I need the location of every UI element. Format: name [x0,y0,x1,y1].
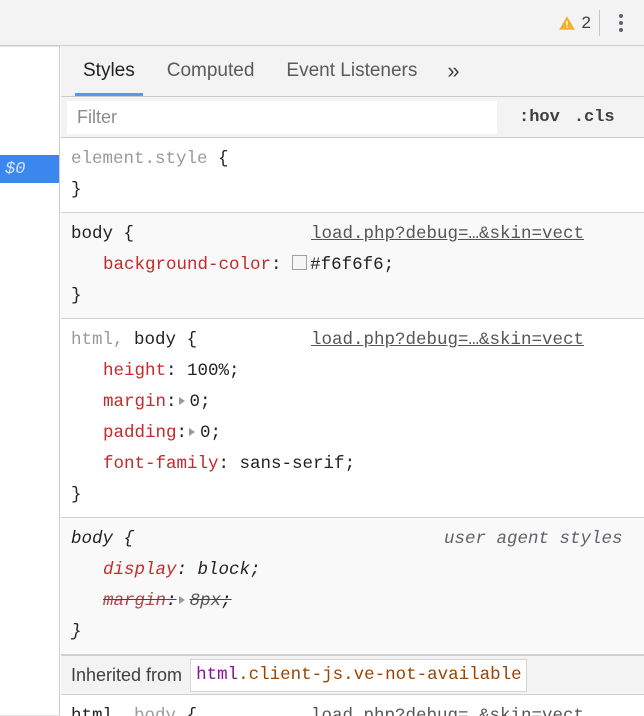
tab-event-listeners-label: Event Listeners [286,60,418,81]
css-property[interactable]: background-color [103,255,271,275]
css-rule[interactable]: html, body { load.php?debug=…&skin=vect [61,695,644,716]
css-declaration[interactable]: padding: 0; [71,418,644,449]
devtools-styles-panel: 2 $0 Styles Computed Event Listeners » F… [0,0,644,716]
css-rule-header: body { load.php?debug=…&skin=vect [71,219,644,250]
css-selector[interactable]: body [71,224,113,244]
inherited-from-divider: Inherited from html.client-js.ve-not-ava… [61,655,644,695]
css-rule[interactable]: html, body { load.php?debug=…&skin=vect … [61,319,644,518]
brace-open: { [186,330,198,350]
brace-open: { [218,149,229,169]
css-rule-footer: } [71,617,644,648]
kebab-dot [619,20,623,25]
warning-count: 2 [581,13,591,32]
dom-selected-node-badge[interactable]: $0 [0,155,59,183]
css-rule-footer: } [71,281,644,312]
css-rule-footer: } [71,480,644,511]
warning-indicator[interactable]: 2 [558,9,600,36]
css-property[interactable]: font-family [103,454,219,474]
css-declaration[interactable]: height: 100%; [71,356,644,387]
css-value[interactable]: 100% [187,361,229,381]
css-rule[interactable]: element.style { } [61,138,644,213]
css-property[interactable]: display [103,560,177,580]
brace-open: { [186,706,198,716]
brace-open: { [123,529,135,549]
inherited-class-names: .client-js.ve-not-available [238,664,522,685]
css-value[interactable]: #f6f6f6 [310,255,384,275]
css-property[interactable]: height [103,361,166,381]
stylesheet-origin-link[interactable]: load.php?debug=…&skin=vect [311,701,584,716]
css-rule-header: element.style { [71,144,644,175]
expand-arrow-icon[interactable] [189,427,196,436]
css-selector[interactable]: element.style [71,149,208,169]
css-rule-header: body { user agent styles [71,524,644,555]
css-declaration-overridden[interactable]: margin: 8px; [71,586,644,617]
css-rule-header: html, body { load.php?debug=…&skin=vect [71,325,644,356]
css-selector[interactable]: body [134,330,176,350]
css-rule[interactable]: body { load.php?debug=…&skin=vect backgr… [61,213,644,319]
dom-tree-column[interactable]: $0 [0,46,60,716]
filter-input[interactable] [67,100,497,134]
expand-arrow-icon[interactable] [178,595,185,604]
css-declaration[interactable]: display: block; [71,555,644,586]
brace-close: } [71,485,82,505]
inherited-from-element[interactable]: html.client-js.ve-not-available [190,658,527,692]
stylesheet-origin-link[interactable]: load.php?debug=…&skin=vect [311,325,584,356]
css-selector[interactable]: html, [71,706,124,716]
stylesheet-origin-link[interactable]: load.php?debug=…&skin=vect [311,219,584,250]
css-value[interactable]: 0 [200,423,211,443]
css-selector-inactive[interactable]: html, [71,330,124,350]
tab-computed-label: Computed [166,60,255,81]
toggle-hov[interactable]: :hov [519,108,560,127]
kebab-dot [619,13,623,18]
css-property[interactable]: margin [103,591,166,611]
toggle-cls[interactable]: .cls [574,108,615,127]
tab-styles[interactable]: Styles [67,46,151,96]
devtools-toolbar: 2 [0,0,644,46]
brace-close: } [71,622,82,642]
kebab-dot [619,27,623,32]
styles-pane: Styles Computed Event Listeners » :hov .… [61,46,644,716]
css-property[interactable]: margin [103,392,166,412]
css-declaration[interactable]: background-color: #f6f6f6; [71,250,644,281]
color-swatch-icon[interactable] [292,255,308,270]
dom-row-divider [0,46,59,47]
user-agent-stylesheet-label: user agent styles [444,529,623,549]
styles-tabstrip: Styles Computed Event Listeners » [61,46,644,97]
css-declaration[interactable]: margin: 0; [71,387,644,418]
warning-triangle-icon [558,14,576,32]
tab-styles-label: Styles [83,60,135,81]
css-value[interactable]: 0 [190,392,201,412]
brace-open: { [123,224,135,244]
css-rule-header: html, body { load.php?debug=…&skin=vect [71,701,644,716]
css-rule-user-agent[interactable]: body { user agent styles display: block;… [61,518,644,655]
tab-computed[interactable]: Computed [151,46,271,96]
styles-filter-row: :hov .cls [61,97,644,138]
css-selector[interactable]: body [71,529,113,549]
css-rule-footer: } [71,175,644,206]
brace-close: } [71,286,82,306]
inherited-from-label: Inherited from [71,664,183,685]
css-value[interactable]: block [198,560,251,580]
inherited-tag-name: html [196,664,239,685]
dollar-zero-label: $0 [5,159,26,179]
css-property[interactable]: padding [103,423,177,443]
css-value[interactable]: 8px [190,591,222,611]
expand-arrow-icon[interactable] [178,396,185,405]
brace-close: } [71,180,82,200]
css-selector-inactive[interactable]: body [134,706,176,716]
css-value[interactable]: sans-serif [240,454,345,474]
kebab-menu-icon[interactable] [606,6,636,40]
more-tabs-icon[interactable]: » [433,46,473,96]
css-rules-list: element.style { } body { load.php?debug=… [61,138,644,716]
filter-toggle-group: :hov .cls [519,108,615,127]
tab-event-listeners[interactable]: Event Listeners [270,46,433,96]
css-declaration[interactable]: font-family: sans-serif; [71,449,644,480]
